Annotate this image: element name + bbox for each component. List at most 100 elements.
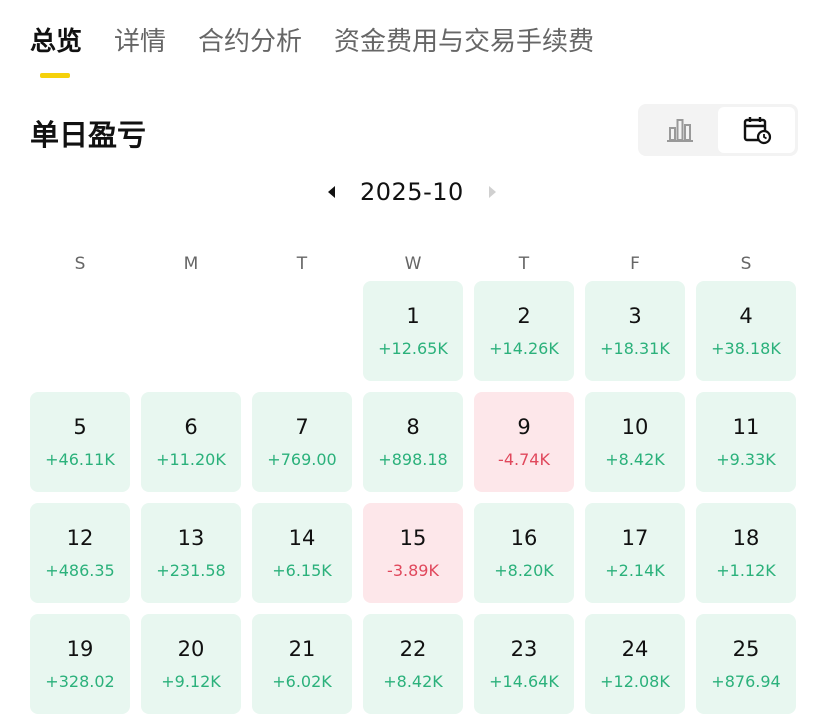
calendar-empty-cell — [30, 281, 130, 381]
daily-pnl-value: +12.65K — [378, 339, 448, 358]
calendar-day-cell[interactable]: 24 +12.08K — [585, 614, 685, 714]
daily-pnl-value: +1.12K — [716, 561, 776, 580]
weekday-label: S — [74, 254, 86, 274]
weekday-label: S — [740, 254, 752, 274]
calendar-day-cell[interactable]: 21 +6.02K — [252, 614, 352, 714]
calendar-week-row: 1 +12.65K 2 +14.26K 3 +18.31K 4 +38.18K — [30, 281, 806, 381]
day-number: 2 — [517, 304, 531, 328]
day-number: 18 — [732, 526, 760, 550]
calendar-day-cell[interactable]: 11 +9.33K — [696, 392, 796, 492]
calendar-grid: 1 +12.65K 2 +14.26K 3 +18.31K 4 +38.18K 5 +46.11K… — [30, 281, 806, 725]
daily-pnl-value: +8.42K — [383, 672, 443, 691]
calendar-empty-cell — [252, 281, 352, 381]
active-tab-indicator — [40, 73, 70, 78]
weekday-label: F — [630, 254, 640, 274]
day-number: 22 — [399, 637, 427, 661]
daily-pnl-value: +876.94 — [711, 672, 781, 691]
tab-details[interactable]: 详情 — [114, 22, 166, 62]
view-toggle — [638, 104, 798, 156]
day-number: 23 — [510, 637, 538, 661]
calendar-icon — [743, 117, 771, 145]
day-number: 17 — [621, 526, 649, 550]
weekday-label: T — [296, 254, 308, 274]
daily-pnl-value: +18.31K — [600, 339, 670, 358]
tab-contract-analysis[interactable]: 合约分析 — [198, 22, 302, 62]
daily-pnl-value: +6.15K — [272, 561, 332, 580]
next-month-button[interactable] — [480, 172, 504, 212]
calendar-day-cell[interactable]: 22 +8.42K — [363, 614, 463, 714]
calendar-day-cell[interactable]: 12 +486.35 — [30, 503, 130, 603]
day-number: 24 — [621, 637, 649, 661]
weekday-label: M — [183, 254, 199, 274]
day-number: 3 — [628, 304, 642, 328]
day-number: 12 — [66, 526, 94, 550]
calendar-day-cell[interactable]: 13 +231.58 — [141, 503, 241, 603]
daily-pnl-value: +14.64K — [489, 672, 559, 691]
calendar-day-cell[interactable]: 7 +769.00 — [252, 392, 352, 492]
day-number: 19 — [66, 637, 94, 661]
weekday-label: T — [518, 254, 530, 274]
daily-pnl-value: +6.02K — [272, 672, 332, 691]
daily-pnl-value: +11.20K — [156, 450, 226, 469]
daily-pnl-value: +898.18 — [378, 450, 448, 469]
day-number: 20 — [177, 637, 205, 661]
daily-pnl-value: +8.20K — [494, 561, 554, 580]
calendar-day-cell[interactable]: 16 +8.20K — [474, 503, 574, 603]
daily-pnl-value: +14.26K — [489, 339, 559, 358]
calendar-day-cell[interactable]: 23 +14.64K — [474, 614, 574, 714]
daily-pnl-value: -3.89K — [387, 561, 439, 580]
calendar-day-cell[interactable]: 3 +18.31K — [585, 281, 685, 381]
day-number: 15 — [399, 526, 427, 550]
calendar-week-row: 19 +328.02 20 +9.12K 21 +6.02K 22 +8.42K 23 +14.6… — [30, 614, 806, 714]
day-number: 21 — [288, 637, 316, 661]
weekday-label: W — [404, 254, 422, 274]
calendar-day-cell[interactable]: 9 -4.74K — [474, 392, 574, 492]
calendar-day-cell[interactable]: 5 +46.11K — [30, 392, 130, 492]
calendar-day-cell[interactable]: 2 +14.26K — [474, 281, 574, 381]
tab-overview[interactable]: 总览 — [30, 22, 82, 62]
calendar-day-cell[interactable]: 4 +38.18K — [696, 281, 796, 381]
calendar-day-cell[interactable]: 10 +8.42K — [585, 392, 685, 492]
day-number: 13 — [177, 526, 205, 550]
month-label: 2025-10 — [360, 178, 464, 206]
day-number: 9 — [517, 415, 531, 439]
calendar-week-row: 5 +46.11K 6 +11.20K 7 +769.00 8 +898.18 9 -4.74K 1… — [30, 392, 806, 492]
caret-right-icon — [488, 186, 496, 198]
day-number: 5 — [73, 415, 87, 439]
daily-pnl-value: +486.35 — [45, 561, 115, 580]
daily-pnl-value: +2.14K — [605, 561, 665, 580]
prev-month-button[interactable] — [320, 172, 344, 212]
bar-chart-icon — [666, 119, 693, 142]
calendar-day-cell[interactable]: 15 -3.89K — [363, 503, 463, 603]
calendar-day-cell[interactable]: 19 +328.02 — [30, 614, 130, 714]
tab-funding-fees[interactable]: 资金费用与交易手续费 — [334, 22, 594, 62]
day-number: 11 — [732, 415, 760, 439]
daily-pnl-value: +8.42K — [605, 450, 665, 469]
day-number: 8 — [406, 415, 420, 439]
calendar-empty-cell — [141, 281, 241, 381]
calendar-day-cell[interactable]: 1 +12.65K — [363, 281, 463, 381]
calendar-day-cell[interactable]: 14 +6.15K — [252, 503, 352, 603]
calendar-view-button[interactable] — [718, 107, 795, 153]
caret-left-icon — [328, 186, 335, 198]
day-number: 6 — [184, 415, 198, 439]
calendar-day-cell[interactable]: 8 +898.18 — [363, 392, 463, 492]
calendar-day-cell[interactable]: 25 +876.94 — [696, 614, 796, 714]
bar-chart-view-button[interactable] — [641, 107, 718, 153]
day-number: 4 — [739, 304, 753, 328]
daily-pnl-value: +9.12K — [161, 672, 221, 691]
daily-pnl-value: +328.02 — [45, 672, 115, 691]
daily-pnl-value: +231.58 — [156, 561, 226, 580]
day-number: 10 — [621, 415, 649, 439]
calendar-day-cell[interactable]: 6 +11.20K — [141, 392, 241, 492]
section-title: 单日盈亏 — [30, 118, 147, 152]
calendar-day-cell[interactable]: 17 +2.14K — [585, 503, 685, 603]
tab-bar: 总览 详情 合约分析 资金费用与交易手续费 — [30, 22, 594, 62]
calendar-day-cell[interactable]: 20 +9.12K — [141, 614, 241, 714]
calendar-day-cell[interactable]: 18 +1.12K — [696, 503, 796, 603]
daily-pnl-value: +12.08K — [600, 672, 670, 691]
daily-pnl-value: +9.33K — [716, 450, 776, 469]
month-navigator: 2025-10 — [320, 172, 504, 212]
day-number: 7 — [295, 415, 309, 439]
daily-pnl-value: +769.00 — [267, 450, 337, 469]
